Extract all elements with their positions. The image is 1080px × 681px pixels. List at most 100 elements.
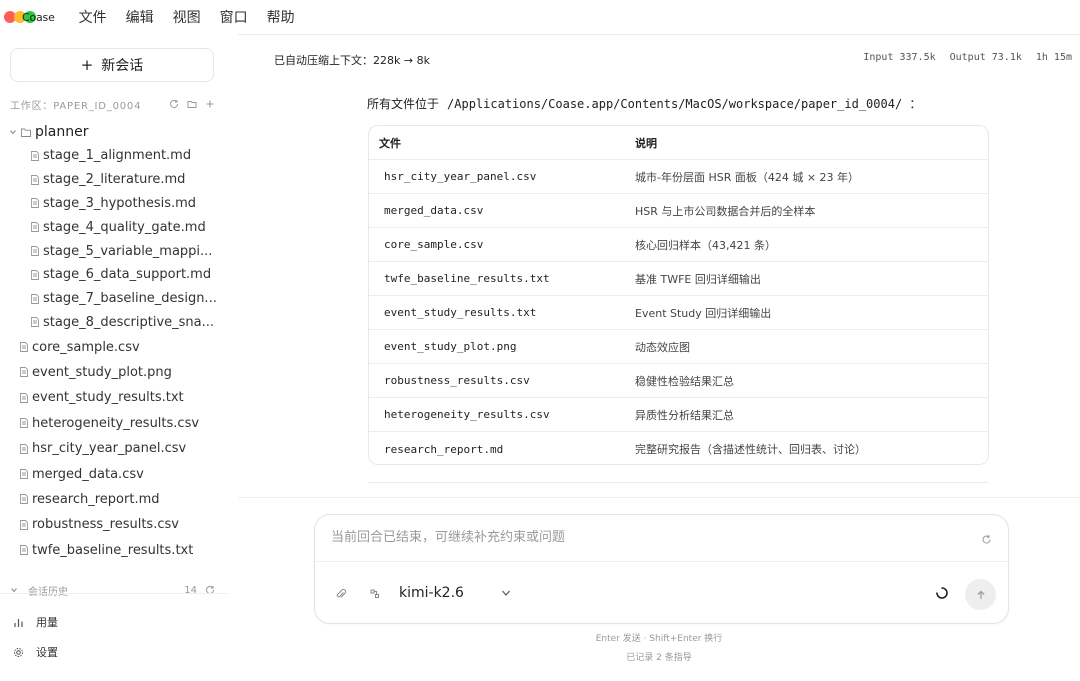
table-header: 文件 说明 (369, 126, 988, 160)
send-hint: Enter 发送 · Shift+Enter 换行 (595, 634, 723, 644)
menu-help[interactable]: 帮助 (267, 7, 295, 27)
file-item[interactable]: heterogeneity_results.csv (0, 411, 228, 436)
file-icon (20, 494, 28, 505)
cell-file: core_sample.csv (384, 238, 484, 251)
usage-button[interactable]: 用量 (13, 614, 58, 630)
menu-window[interactable]: 窗口 (220, 7, 248, 27)
header-divider (238, 34, 1080, 35)
file-icon (31, 198, 39, 209)
file-label: core_sample.csv (32, 339, 140, 355)
file-icon (31, 222, 39, 233)
file-icon (20, 342, 28, 353)
cell-file: research_report.md (384, 442, 504, 456)
loading-spinner-icon (936, 587, 948, 599)
cell-desc: 异质性分析结果汇总 (635, 408, 734, 422)
cell-desc: Event Study 回归详细输出 (635, 306, 772, 320)
chevron-down-icon[interactable] (501, 589, 511, 597)
file-label: stage_6_data_support.md (43, 267, 212, 283)
file-item[interactable]: robustness_results.csv (0, 512, 228, 537)
file-icon (31, 174, 39, 185)
workspace-header: 工作区：PAPER_ID_0004 (10, 97, 215, 112)
new-chat-label: 新会话 (101, 58, 144, 74)
file-item[interactable]: stage_7_baseline_design... (0, 287, 228, 311)
file-item[interactable]: stage_5_variable_mappi... (0, 239, 228, 263)
cell-desc: 动态效应图 (635, 340, 690, 354)
file-label: heterogeneity_results.csv (32, 415, 200, 431)
file-item[interactable]: stage_1_alignment.md (0, 144, 228, 168)
cell-desc: HSR 与上市公司数据合并后的全样本 (635, 204, 816, 218)
file-label: stage_5_variable_mappi... (43, 243, 213, 259)
cell-file: event_study_plot.png (384, 340, 517, 353)
folder-planner[interactable]: planner (0, 120, 228, 144)
message-input[interactable] (331, 530, 971, 545)
file-label: stage_3_hypothesis.md (43, 195, 197, 211)
file-item[interactable]: stage_2_literature.md (0, 168, 228, 192)
bar-chart-icon (14, 618, 23, 627)
file-item[interactable]: stage_3_hypothesis.md (0, 192, 228, 216)
file-icon (31, 150, 39, 161)
scroll-divider (238, 497, 1080, 498)
file-icon (31, 317, 39, 328)
folder-open-icon[interactable] (187, 99, 197, 109)
new-chat-button[interactable]: + 新会话 (10, 48, 214, 82)
refresh-icon[interactable] (169, 99, 179, 109)
compress-note: 已自动压缩上下文：228k → 8k (274, 54, 430, 67)
file-label: stage_8_descriptive_sna... (43, 314, 215, 330)
file-label: research_report.md (32, 491, 160, 507)
table-row: twfe_baseline_results.txt 基准 TWFE 回归详细输出 (369, 262, 988, 296)
session-stats: Input 337.5k Output 73.1k 1h 15m (863, 52, 1072, 63)
model-selector[interactable]: kimi-k2.6 (399, 585, 464, 601)
cell-desc: 城市-年份层面 HSR 面板（424 城 × 23 年） (635, 170, 860, 184)
paperclip-icon[interactable] (335, 588, 347, 600)
file-item[interactable]: stage_8_descriptive_sna... (0, 311, 228, 335)
table-row: event_study_results.txt Event Study 回归详细输… (369, 296, 988, 330)
files-table: 文件 说明 hsr_city_year_panel.csv 城市-年份层面 HSR… (368, 125, 989, 465)
reset-icon[interactable] (981, 534, 992, 545)
cell-desc: 完整研究报告（含描述性统计、回归表、讨论） (635, 443, 866, 456)
guidance-note: 已记录 2 条指导 (626, 653, 692, 663)
file-icon (20, 418, 28, 429)
file-item[interactable]: stage_4_quality_gate.md (0, 215, 228, 239)
file-item[interactable]: stage_6_data_support.md (0, 263, 228, 287)
file-item[interactable]: twfe_baseline_results.txt (0, 538, 228, 563)
app-name: Coase (22, 10, 55, 24)
workspace-path: /Applications/Coase.app/Contents/MacOS/w… (447, 97, 922, 111)
table-row: heterogeneity_results.csv 异质性分析结果汇总 (369, 398, 988, 432)
usage-label: 用量 (36, 616, 58, 629)
folder-icon (21, 128, 31, 137)
file-item[interactable]: event_study_results.txt (0, 385, 228, 410)
arrow-up-icon (976, 590, 985, 599)
column-header-file: 文件 (379, 136, 401, 150)
file-icon (20, 392, 28, 403)
plugin-icon[interactable] (369, 588, 381, 600)
history-header[interactable]: 会话历史 14 (10, 583, 215, 597)
file-item[interactable]: core_sample.csv (0, 334, 228, 359)
table-row: hsr_city_year_panel.csv 城市-年份层面 HSR 面板（42… (369, 160, 988, 194)
file-label: event_study_plot.png (32, 364, 172, 380)
workspace-label: 工作区：PAPER_ID_0004 (10, 100, 142, 112)
file-item[interactable]: merged_data.csv (0, 461, 228, 486)
file-item[interactable]: hsr_city_year_panel.csv (0, 436, 228, 461)
main-panel: 已自动压缩上下文：228k → 8k Input 337.5k Output 7… (238, 34, 1080, 681)
file-item[interactable]: research_report.md (0, 487, 228, 512)
column-header-desc: 说明 (635, 136, 657, 150)
menu-edit[interactable]: 编辑 (126, 7, 154, 27)
menu-file[interactable]: 文件 (79, 7, 107, 27)
file-label: robustness_results.csv (32, 517, 179, 533)
file-icon (20, 469, 28, 479)
gear-icon (14, 647, 23, 657)
history-label: 会话历史 (28, 586, 68, 598)
file-icon (31, 269, 39, 280)
add-icon[interactable] (205, 99, 215, 109)
composer: kimi-k2.6 (314, 514, 1009, 624)
menu-view[interactable]: 视图 (173, 7, 201, 27)
path-line: 所有文件位于/Applications/Coase.app/Contents/M… (367, 95, 921, 112)
send-button[interactable] (965, 579, 996, 610)
file-label: merged_data.csv (32, 466, 144, 482)
message-divider (368, 482, 989, 483)
table-row: core_sample.csv 核心回归样本（43,421 条） (369, 228, 988, 262)
input-tokens: Input 337.5k (863, 52, 936, 63)
file-item[interactable]: event_study_plot.png (0, 360, 228, 385)
file-icon (31, 246, 39, 257)
settings-button[interactable]: 设置 (13, 644, 58, 660)
